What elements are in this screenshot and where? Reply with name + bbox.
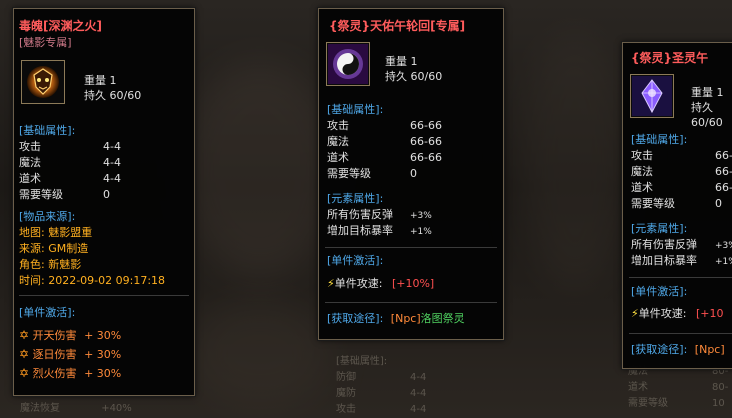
item-tooltip-left: 毒魄[深渊之火] [魅影专属] 重量 1 持久 60/60 [基础属性]: 攻击…	[13, 8, 195, 396]
attribute-row: 道术 66-	[631, 181, 732, 194]
element-row: 增加目标暴率+1%	[327, 224, 432, 237]
attribute-row: 道术 4-4	[19, 172, 121, 185]
star-icon: ✡	[19, 366, 30, 380]
activation-row: ⚡单件攻速: [+10	[631, 307, 724, 320]
background-scenery	[520, 30, 630, 290]
durability-label: 持久 60/60	[385, 70, 443, 83]
base-attributes-header: [基础属性]:	[631, 133, 688, 146]
item-source-header: [物品来源]:	[19, 210, 76, 223]
weight-durability: 重量 1 持久 60/60	[691, 85, 732, 130]
single-activation-header: [单件激活]:	[327, 254, 384, 267]
item-tooltip-middle: {祭灵}天佑午轮回[专属] 重量 1 持久 60/60 [基础属性]: 攻击 66…	[318, 8, 504, 340]
base-attributes-header: [基础属性]:	[19, 124, 76, 137]
weight-durability: 重量 1 持久 60/60	[385, 54, 442, 84]
background-row: 魔防 4-4	[336, 388, 427, 399]
item-title: {祭灵}圣灵午	[631, 51, 709, 65]
element-row: 增加目标暴率+1%	[631, 254, 732, 267]
weight-label: 重量 1	[691, 86, 724, 99]
background-scenery	[190, 300, 330, 410]
weight-durability: 重量 1 持久 60/60	[84, 73, 141, 103]
durability-label: 持久 60/60	[691, 101, 723, 129]
obtain-row: [获取途径]: [Npc]洛图祭灵	[327, 312, 465, 325]
yin-yang-icon	[328, 44, 368, 84]
source-time: 时间: 2022-09-02 09:17:18	[19, 274, 166, 287]
attribute-row: 魔法 4-4	[19, 156, 121, 169]
spirit-crystal-icon	[632, 76, 672, 116]
item-icon	[21, 60, 65, 104]
attribute-row: 攻击 4-4	[19, 140, 121, 153]
single-activation-header: [单件激活]:	[631, 285, 688, 298]
activation-row: ✡ 逐日伤害 + 30%	[19, 347, 122, 361]
divider	[629, 333, 732, 334]
item-title: 毒魄[深渊之火]	[19, 19, 102, 33]
attribute-row: 需要等级 0	[19, 188, 110, 201]
divider	[629, 277, 732, 278]
attribute-row: 魔法 66-	[631, 165, 732, 178]
activation-row: ✡ 烈火伤害 + 30%	[19, 366, 122, 380]
base-attributes-header: [基础属性]:	[327, 103, 384, 116]
element-row: 所有伤害反弹+3%	[327, 208, 432, 221]
item-icon	[630, 74, 674, 118]
background-row: 防御 4-4	[336, 372, 427, 383]
activation-row: ⚡单件攻速: [+10%]	[327, 277, 435, 290]
source-role: 角色: 新魅影	[19, 258, 82, 271]
lightning-icon: ⚡	[631, 307, 639, 320]
attribute-row: 攻击 66-	[631, 149, 732, 162]
background-scenery	[180, 60, 340, 280]
element-attributes-header: [元素属性]:	[631, 222, 688, 235]
background-list-middle: [基础属性]: 防御 4-4 魔防 4-4 攻击 4-4	[336, 354, 456, 418]
background-list-right: 魔法 80- 道术 80- 需要等级 10	[628, 364, 732, 412]
attribute-row: 攻击 66-66	[327, 119, 442, 132]
lightning-icon: ⚡	[327, 277, 335, 290]
background-row: 攻击 4-4	[336, 404, 427, 415]
divider	[325, 302, 497, 303]
source-origin: 来源: GM制造	[19, 242, 89, 255]
divider	[325, 247, 497, 248]
element-attributes-header: [元素属性]:	[327, 192, 384, 205]
item-tooltip-right: {祭灵}圣灵午 重量 1 持久 60/60 [基础属性]: 攻击 66- 魔法 66…	[622, 42, 732, 369]
activation-row: ✡ 开天伤害 + 30%	[19, 328, 122, 342]
attribute-row: 需要等级 0	[327, 167, 417, 180]
star-icon: ✡	[19, 328, 30, 342]
source-map: 地图: 魅影盟重	[19, 226, 93, 239]
single-activation-header: [单件激活]:	[19, 306, 76, 319]
item-title: {祭灵}天佑午轮回[专属]	[329, 19, 466, 33]
demon-mask-icon	[27, 66, 59, 98]
attribute-row: 道术 66-66	[327, 151, 442, 164]
star-icon: ✡	[19, 347, 30, 361]
background-row: 道术 80-	[628, 382, 729, 393]
background-row: 需要等级 10	[628, 398, 725, 409]
item-icon	[326, 42, 370, 86]
weight-label: 重量 1	[84, 74, 117, 87]
item-subtitle: [魅影专属]	[19, 36, 72, 49]
element-row: 所有伤害反弹+3%	[631, 238, 732, 251]
attribute-row: 需要等级 0	[631, 197, 722, 210]
attribute-row: 魔法 66-66	[327, 135, 442, 148]
weight-label: 重量 1	[385, 55, 418, 68]
obtain-place-link[interactable]: 洛图祭灵	[421, 312, 465, 325]
background-row: [基础属性]:	[336, 356, 388, 367]
durability-label: 持久 60/60	[84, 89, 142, 102]
divider	[19, 295, 189, 296]
obtain-row: [获取途径]: [Npc]	[631, 343, 725, 356]
